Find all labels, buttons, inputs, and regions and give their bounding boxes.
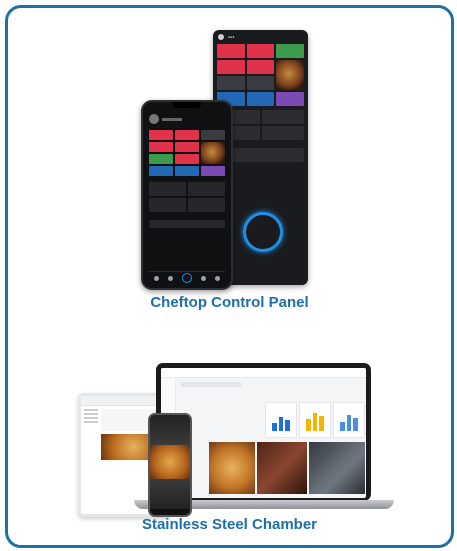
chamber-phone-image [148, 413, 192, 517]
product-card: ●●● Cheftop Control Panel Stainless Stee… [5, 5, 454, 548]
product-caption-chamber[interactable]: Stainless Steel Chamber [8, 516, 451, 533]
product-caption-cheftop[interactable]: Cheftop Control Panel [8, 294, 451, 311]
knob-dial-icon [243, 212, 283, 252]
control-panel-phone-image [141, 100, 233, 290]
phone-dock [149, 271, 225, 284]
